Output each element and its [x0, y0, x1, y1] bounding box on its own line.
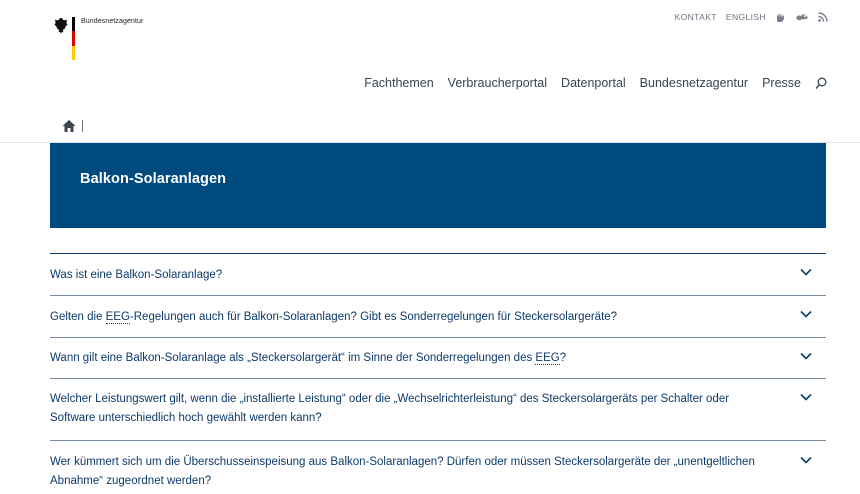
nav-item-fachthemen[interactable]: Fachthemen: [364, 76, 433, 90]
contact-link[interactable]: KONTAKT: [675, 12, 717, 22]
eeg-abbreviation: EEG: [535, 352, 560, 365]
chevron-down-icon[interactable]: [800, 456, 812, 464]
rss-icon[interactable]: [818, 11, 828, 23]
faq-question-text: ?: [559, 352, 567, 364]
faq-question: Was ist eine Balkon-Solaranlage?: [50, 254, 826, 285]
faq-question-text: Gelten die: [50, 311, 106, 323]
easy-language-icon[interactable]: [795, 11, 809, 23]
logo-text: Bundesnetzagentur: [81, 18, 144, 25]
faq-question-text: Welcher Leistungswert gilt, wenn die „in…: [50, 393, 730, 424]
faq-question-text: Was ist eine Balkon-Solaranlage?: [50, 269, 223, 281]
faq-question: Wer kümmert sich um die Überschusseinspe…: [50, 441, 826, 491]
faq-question: Gelten die EEG-Regelungen auch für Balko…: [50, 296, 826, 327]
meta-navigation: KONTAKT ENGLISH: [675, 11, 828, 23]
sign-language-icon[interactable]: [775, 11, 786, 23]
faq-item[interactable]: Welcher Leistungswert gilt, wenn die „in…: [50, 379, 826, 441]
chevron-down-icon[interactable]: [800, 352, 812, 360]
faq-item[interactable]: Was ist eine Balkon-Solaranlage?: [50, 254, 826, 296]
home-icon[interactable]: [62, 119, 76, 133]
chevron-down-icon[interactable]: [800, 393, 812, 401]
page-hero: Balkon-Solaranlagen: [50, 143, 826, 228]
faq-item[interactable]: Gelten die EEG-Regelungen auch für Balko…: [50, 296, 826, 338]
faq-question-text: -Regelungen auch für Balkon-Solaranlagen…: [129, 311, 618, 323]
faq-question-text: Wann gilt eine Balkon-Solaranlage als „S…: [50, 352, 536, 364]
chevron-down-icon[interactable]: [800, 310, 812, 318]
main-navigation: Fachthemen Verbraucherportal Datenportal…: [364, 76, 827, 90]
breadcrumb-separator: [82, 120, 83, 132]
faq-question-text: Wer kümmert sich um die Überschusseinspe…: [50, 456, 755, 487]
page-title: Balkon-Solaranlagen: [80, 171, 227, 187]
faq-item[interactable]: Wer kümmert sich um die Überschusseinspe…: [50, 441, 826, 494]
chevron-down-icon[interactable]: [800, 268, 812, 276]
faq-question: Welcher Leistungswert gilt, wenn die „in…: [50, 379, 826, 428]
agency-logo[interactable]: Bundesnetzagentur: [54, 17, 164, 63]
english-link[interactable]: ENGLISH: [726, 12, 766, 22]
nav-item-datenportal[interactable]: Datenportal: [561, 76, 626, 90]
breadcrumb: [0, 112, 860, 143]
federal-eagle-icon: [54, 18, 68, 34]
nav-item-bundesnetzagentur[interactable]: Bundesnetzagentur: [640, 76, 748, 90]
eeg-abbreviation: EEG: [105, 311, 130, 324]
nav-item-verbraucherportal[interactable]: Verbraucherportal: [448, 76, 547, 90]
faq-question: Wann gilt eine Balkon-Solaranlage als „S…: [50, 338, 826, 368]
search-icon[interactable]: [815, 76, 827, 90]
german-flag-stripe: [72, 17, 75, 60]
faq-item[interactable]: Wann gilt eine Balkon-Solaranlage als „S…: [50, 338, 826, 379]
faq-accordion: Was ist eine Balkon-Solaranlage? Gelten …: [50, 253, 826, 494]
nav-item-presse[interactable]: Presse: [762, 76, 801, 90]
